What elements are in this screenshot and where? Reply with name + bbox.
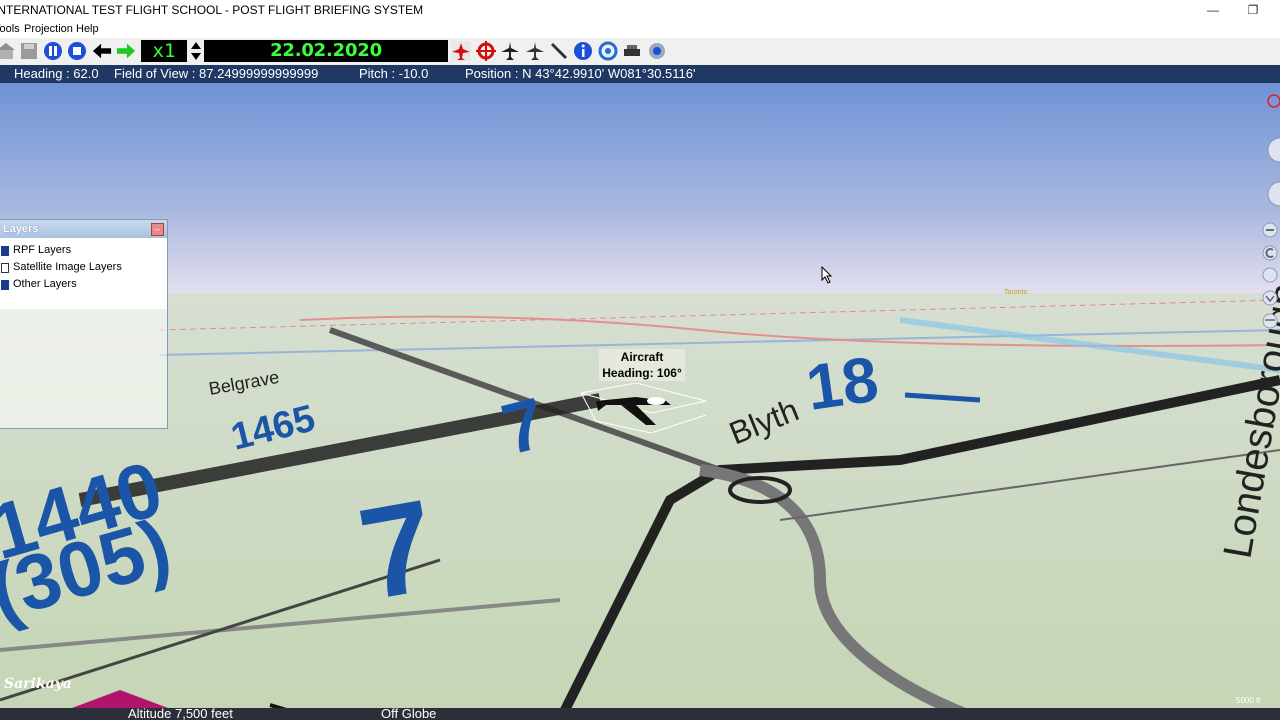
layer-label-rpf: RPF Layers (13, 244, 72, 256)
aircraft-red-icon[interactable] (451, 41, 471, 61)
layer-checkbox-satellite[interactable] (1, 262, 9, 273)
info-icon[interactable] (573, 41, 593, 61)
title-bar: INTERNATIONAL TEST FLIGHT SCHOOL - POST … (0, 0, 1280, 22)
compass-icon[interactable] (1260, 93, 1280, 113)
menu-help[interactable]: Help (76, 23, 99, 35)
target-red-icon[interactable] (476, 41, 496, 61)
home-icon[interactable] (0, 41, 16, 61)
back-arrow-icon[interactable] (92, 41, 112, 61)
toolbar: x1 22.02.2020 15:05:41.475 (0, 38, 1280, 83)
aircraft-name: Aircraft (620, 350, 664, 364)
layers-panel: Layers – RPF Layers Satellite Image Laye… (0, 219, 168, 429)
globe-3d-view[interactable]: 1465 1440 (305) 7 7 18 Blyth Belgrave Lo… (0, 83, 1280, 720)
fov-readout: Field of View : 87.24999999999999 (114, 66, 319, 81)
position-readout: Position : N 43°42.9910' W081°30.5116' (465, 66, 696, 81)
layers-panel-title: Layers (0, 220, 167, 238)
level-icon[interactable] (1260, 311, 1280, 331)
layer-checkbox-other[interactable] (1, 279, 9, 290)
pitch-readout: Pitch : -10.0 (359, 66, 429, 81)
layers-list: RPF Layers Satellite Image Layers Other … (0, 238, 167, 309)
globe-status: Off Globe (381, 706, 437, 721)
mouse-cursor-icon (821, 266, 833, 284)
layer-label-other: Other Layers (13, 278, 77, 290)
save-icon[interactable] (19, 41, 39, 61)
forward-arrow-icon[interactable] (116, 41, 136, 61)
layer-label-satellite: Satellite Image Layers (13, 261, 122, 273)
window-title: INTERNATIONAL TEST FLIGHT SCHOOL - POST … (0, 3, 424, 17)
heading-readout: Heading : 62.0 (14, 66, 99, 81)
camera-info-bar: Heading : 62.0 Field of View : 87.249999… (0, 65, 1280, 83)
speed-spinner[interactable] (189, 40, 203, 62)
pan-control-icon[interactable] (1260, 136, 1280, 164)
aircraft-formation-icon[interactable] (500, 41, 520, 61)
date-time-display: 22.02.2020 15:05:41.475 (204, 40, 448, 83)
zoom-out-icon[interactable] (1260, 220, 1280, 240)
aircraft-icon[interactable] (525, 41, 545, 61)
look-control-icon[interactable] (1260, 180, 1280, 208)
stop-icon[interactable] (67, 41, 87, 61)
map-label-toronto: Toronto (1004, 289, 1027, 296)
layer-item-rpf[interactable]: RPF Layers (1, 242, 167, 259)
tool-icon[interactable] (622, 41, 642, 61)
aircraft-label: Aircraft Heading: 106° (599, 349, 685, 381)
menu-projection[interactable]: Projection (24, 23, 73, 35)
layer-item-other[interactable]: Other Layers (1, 276, 167, 293)
altitude-status: Altitude 7,500 feet (128, 706, 233, 721)
minimize-button[interactable]: — (1193, 0, 1233, 22)
pen-icon[interactable] (549, 41, 569, 61)
scale-label: 5000 ft (1236, 696, 1261, 705)
tilt-control-icon[interactable] (1260, 265, 1280, 285)
menu-bar: Tools Projection Help (0, 22, 1280, 38)
restore-button[interactable]: ❐ (1233, 0, 1273, 22)
layer-checkbox-rpf[interactable] (1, 245, 9, 256)
map-label-18: 18 (802, 343, 883, 424)
watermark-signature: Sarikaya (4, 676, 72, 692)
status-bar: Altitude 7,500 feet Off Globe (0, 706, 1280, 721)
reset-view-icon[interactable] (1260, 243, 1280, 263)
layer-item-satellite[interactable]: Satellite Image Layers (1, 259, 167, 276)
playback-speed[interactable]: x1 (141, 40, 187, 62)
layers-close-button[interactable]: – (151, 223, 164, 236)
settings-icon[interactable] (647, 41, 667, 61)
pause-icon[interactable] (43, 41, 63, 61)
ring-icon[interactable] (598, 41, 618, 61)
aircraft-heading: Heading: 106° (602, 366, 682, 380)
aircraft-model[interactable] (576, 383, 710, 433)
tilt-down-icon[interactable] (1260, 288, 1280, 308)
menu-tools[interactable]: Tools (0, 23, 20, 35)
